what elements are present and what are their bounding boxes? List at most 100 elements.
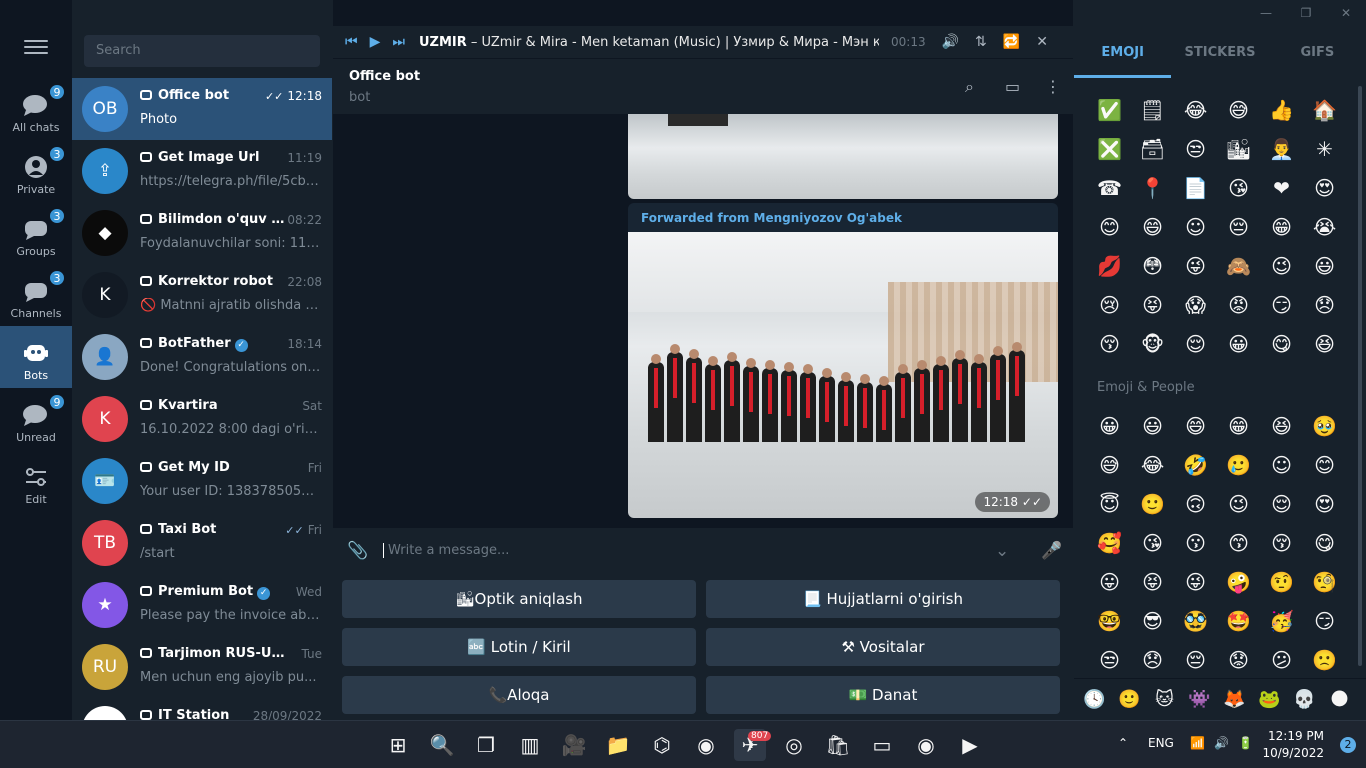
emoji-item[interactable]: 😞	[1131, 640, 1174, 679]
emoji-item[interactable]: 😟	[1217, 640, 1260, 679]
emoji-item[interactable]: 😄	[1174, 406, 1217, 445]
emoji-item[interactable]: 😁	[1217, 406, 1260, 445]
emoji-item[interactable]: ☺	[1174, 207, 1217, 246]
emoji-item[interactable]: 😢	[1088, 285, 1131, 324]
emoji-item[interactable]: 🙁	[1303, 640, 1346, 679]
tab-gifs[interactable]: GIFS	[1269, 30, 1366, 78]
chat-item[interactable]: ◆ Bilimdon o'quv m... 08:22 Foydalanuvchila…	[72, 202, 332, 264]
emoji-item[interactable]: 😊	[1088, 207, 1131, 246]
emoji-item[interactable]: 😆	[1303, 324, 1346, 363]
volume-icon[interactable]: 🔊	[942, 34, 959, 50]
widgets-icon[interactable]: ▥	[514, 729, 546, 761]
clock[interactable]: 12:19 PM 10/9/2022	[1262, 728, 1324, 762]
chat-item[interactable]: K Kvartira Sat 16.10.2022 8:00 dagi o'rinla…	[72, 388, 332, 450]
emoji-item[interactable]: 😎	[1131, 601, 1174, 640]
emoji-item[interactable]: 😒	[1088, 640, 1131, 679]
emoji-item[interactable]: 🙃	[1174, 484, 1217, 523]
menu-icon[interactable]	[24, 40, 48, 60]
teams-icon[interactable]: 🎥	[558, 729, 590, 761]
folder-channels[interactable]: 3 Channels	[0, 264, 72, 326]
close-player-icon[interactable]: ✕	[1036, 34, 1048, 50]
chat-item[interactable]: OB Office bot ✓✓ 12:18 Photo	[72, 78, 332, 140]
emoji-item[interactable]: 😝	[1131, 562, 1174, 601]
emoji-item[interactable]: 📍	[1131, 168, 1174, 207]
emoji-item[interactable]: 😍	[1303, 484, 1346, 523]
repeat-icon[interactable]: 🔁	[1003, 34, 1020, 50]
chat-item[interactable]: RU Tarjimon RUS-UZB Tue Men uchun eng ajoyi…	[72, 636, 332, 698]
emoji-item[interactable]: 😱	[1174, 285, 1217, 324]
emoji-item[interactable]: 🗃	[1131, 129, 1174, 168]
media-player-icon[interactable]: ▶	[954, 729, 986, 761]
store-icon[interactable]: 🛍	[822, 729, 854, 761]
chat-item[interactable]: IT Station 28/09/2022	[72, 698, 332, 720]
emoji-item[interactable]: 😔	[1174, 640, 1217, 679]
emoji-item[interactable]: 😏	[1303, 601, 1346, 640]
emoji-item[interactable]: 😚	[1088, 324, 1131, 363]
folder-bots[interactable]: Bots	[0, 326, 72, 388]
emoji-item[interactable]: 😀	[1088, 406, 1131, 445]
emoji-item[interactable]: 😚	[1260, 523, 1303, 562]
emoji-item[interactable]: 😔	[1217, 207, 1260, 246]
folder-unread[interactable]: 9 Unread	[0, 388, 72, 450]
terminal-icon[interactable]: ▭	[866, 729, 898, 761]
chrome-canary-icon[interactable]: ◉	[910, 729, 942, 761]
attach-icon[interactable]: 📎	[347, 541, 368, 561]
task-view-icon[interactable]: ❐	[470, 729, 502, 761]
folder-all-chats[interactable]: 9 All chats	[0, 78, 72, 140]
keyboard-button[interactable]: 📃 Hujjatlarni o'girish	[706, 580, 1060, 618]
maximize-icon[interactable]: ❐	[1286, 0, 1326, 26]
battery-icon[interactable]: 🔋	[1238, 736, 1253, 750]
volume-tray-icon[interactable]: 🔊	[1214, 736, 1229, 750]
emoji-item[interactable]: 😍	[1303, 168, 1346, 207]
emoji-item[interactable]: 😆	[1260, 406, 1303, 445]
emoji-item[interactable]: 😊	[1303, 445, 1346, 484]
emoji-item[interactable]: 🤪	[1217, 562, 1260, 601]
tab-stickers[interactable]: STICKERS	[1171, 30, 1268, 78]
emoji-item[interactable]: 😏	[1260, 285, 1303, 324]
keyboard-button[interactable]: ⚒ Vositalar	[706, 628, 1060, 666]
emoji-item[interactable]: 👨‍💼	[1260, 129, 1303, 168]
emoji-item[interactable]: 😇	[1088, 484, 1131, 523]
emoji-item[interactable]: 🐵	[1131, 324, 1174, 363]
edge-icon[interactable]: ◎	[778, 729, 810, 761]
emoji-item[interactable]: 😂	[1131, 445, 1174, 484]
chat-item[interactable]: ★ Premium Bot ✓ Wed Please pay the invoice a…	[72, 574, 332, 636]
emoji-item[interactable]: 🥳	[1260, 601, 1303, 640]
chat-item[interactable]: 🪪 Get My ID Fri Your user ID: 1383785054 Cu…	[72, 450, 332, 512]
emoji-item[interactable]: 🙈	[1217, 246, 1260, 285]
chrome-icon[interactable]: ◉	[690, 729, 722, 761]
start-icon[interactable]: ⊞	[382, 729, 414, 761]
folder-edit[interactable]: Edit	[0, 450, 72, 512]
emoji-category-icon[interactable]: 💀	[1292, 689, 1317, 710]
microphone-icon[interactable]: 🎤	[1041, 541, 1062, 561]
emoji-item[interactable]: 😅	[1217, 90, 1260, 129]
show-hidden-icon[interactable]: ⌃	[1118, 736, 1128, 750]
chat-item[interactable]: 👤 BotFather ✓ 18:14 Done! Congratulations on…	[72, 326, 332, 388]
emoji-item[interactable]: ❤	[1260, 168, 1303, 207]
emoji-item[interactable]: ✳	[1303, 129, 1346, 168]
emoji-item[interactable]: 😅	[1088, 445, 1131, 484]
emoji-category-icon[interactable]: 🐸	[1257, 689, 1282, 710]
keyboard-button[interactable]: 🏙Optik aniqlash	[342, 580, 696, 618]
emoji-item[interactable]: 🤨	[1260, 562, 1303, 601]
emoji-item[interactable]: 😜	[1174, 562, 1217, 601]
emoji-item[interactable]: 🏠	[1303, 90, 1346, 129]
folder-private[interactable]: 3 Private	[0, 140, 72, 202]
emoji-item[interactable]: 😃	[1303, 246, 1346, 285]
keyboard-button[interactable]: 💵 Danat	[706, 676, 1060, 714]
play-icon[interactable]: ▶	[370, 34, 381, 50]
folder-groups[interactable]: 3 Groups	[0, 202, 72, 264]
emoji-item[interactable]: 🥲	[1217, 445, 1260, 484]
keyboard-button[interactable]: 📞Aloqa	[342, 676, 696, 714]
emoji-category-icon[interactable]: 🕓	[1082, 689, 1107, 710]
emoji-item[interactable]: 🥰	[1088, 523, 1131, 562]
search-icon[interactable]: ⌕	[965, 77, 974, 97]
emoji-item[interactable]: 😘	[1131, 523, 1174, 562]
track-title[interactable]: UZMIR – UZmir & Mira - Men ketaman (Musi…	[419, 35, 879, 50]
emoji-category-icon[interactable]: 🌑	[1327, 689, 1352, 710]
emoji-item[interactable]: 😋	[1260, 324, 1303, 363]
emoji-item[interactable]: 🧐	[1303, 562, 1346, 601]
sidebar-toggle-icon[interactable]: ▭	[1005, 77, 1020, 96]
emoji-item[interactable]: 🥸	[1174, 601, 1217, 640]
emoji-item[interactable]: 🤩	[1217, 601, 1260, 640]
